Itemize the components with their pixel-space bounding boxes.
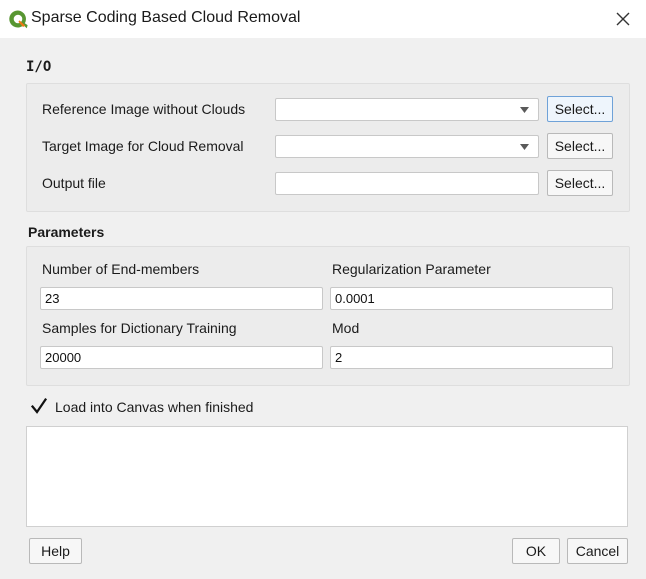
- samples-label: Samples for Dictionary Training: [42, 320, 237, 336]
- chevron-down-icon: [520, 144, 529, 150]
- endmembers-input[interactable]: [41, 288, 322, 309]
- mod-input[interactable]: [331, 347, 612, 368]
- target-image-label: Target Image for Cloud Removal: [42, 138, 244, 154]
- regularization-input[interactable]: [331, 288, 612, 309]
- endmembers-field[interactable]: [40, 287, 323, 310]
- target-image-combo[interactable]: [275, 135, 539, 158]
- qgis-logo-icon: [9, 10, 28, 29]
- output-select-button[interactable]: Select...: [547, 170, 613, 196]
- cancel-button[interactable]: Cancel: [567, 538, 628, 564]
- log-output-box[interactable]: [26, 426, 628, 527]
- close-button[interactable]: [600, 0, 646, 38]
- output-file-input[interactable]: [276, 173, 538, 194]
- reference-image-label: Reference Image without Clouds: [42, 101, 246, 117]
- regularization-field[interactable]: [330, 287, 613, 310]
- close-icon: [616, 12, 630, 26]
- output-file-label: Output file: [42, 175, 106, 191]
- output-file-field[interactable]: [275, 172, 539, 195]
- title-bar: Sparse Coding Based Cloud Removal: [0, 0, 646, 38]
- checkmark-icon: [30, 397, 48, 414]
- parameters-group-title: Parameters: [28, 224, 105, 240]
- mod-field[interactable]: [330, 346, 613, 369]
- io-group-title: I/O: [26, 59, 52, 75]
- ok-button[interactable]: OK: [512, 538, 560, 564]
- samples-field[interactable]: [40, 346, 323, 369]
- dialog-window: Sparse Coding Based Cloud Removal I/O Re…: [0, 0, 646, 579]
- window-title: Sparse Coding Based Cloud Removal: [31, 9, 301, 26]
- help-button[interactable]: Help: [29, 538, 82, 564]
- samples-input[interactable]: [41, 347, 322, 368]
- chevron-down-icon: [520, 107, 529, 113]
- regularization-label: Regularization Parameter: [332, 261, 491, 277]
- endmembers-label: Number of End-members: [42, 261, 200, 277]
- mod-label: Mod: [332, 320, 360, 336]
- reference-image-combo[interactable]: [275, 98, 539, 121]
- load-into-canvas-label: Load into Canvas when finished: [55, 399, 254, 415]
- reference-select-button[interactable]: Select...: [547, 96, 613, 122]
- load-into-canvas-checkbox[interactable]: [30, 397, 48, 415]
- target-select-button[interactable]: Select...: [547, 133, 613, 159]
